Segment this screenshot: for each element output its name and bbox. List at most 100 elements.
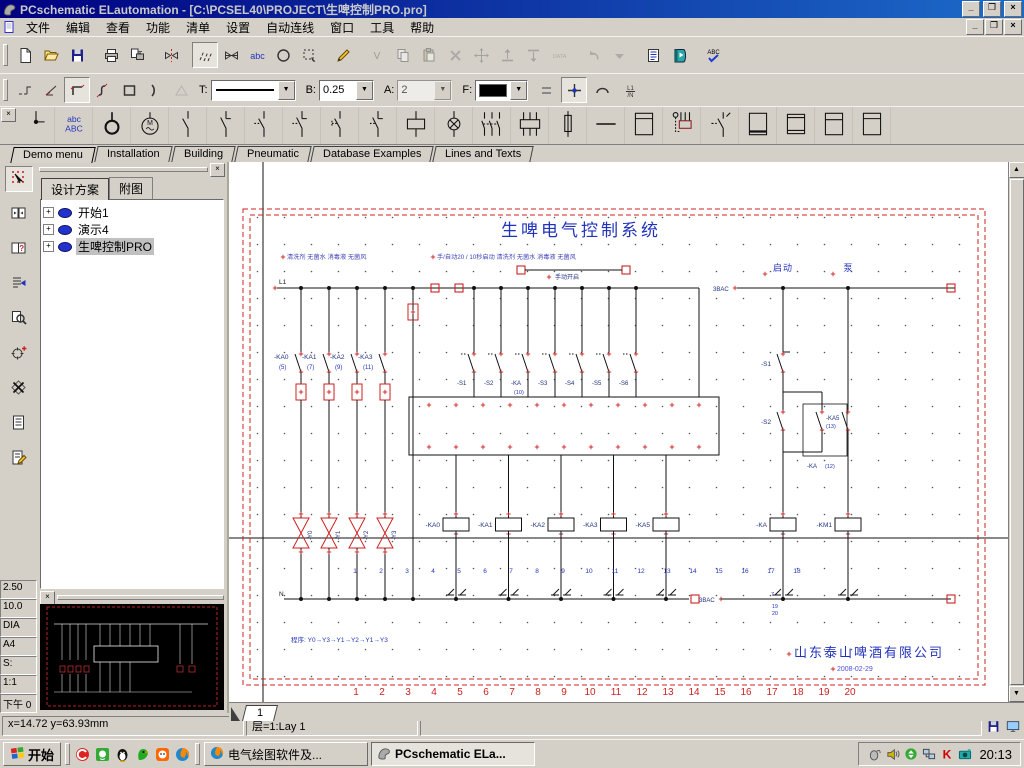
rect-tool-button[interactable] [116, 77, 142, 103]
media-icon[interactable] [94, 746, 111, 763]
expand-icon[interactable]: + [43, 224, 54, 235]
earth-symbol-button[interactable] [93, 107, 131, 144]
grid-pointer-button[interactable] [4, 166, 33, 192]
task-button-1[interactable]: PCschematic ELa... [371, 742, 536, 766]
menu-9[interactable]: 帮助 [402, 17, 442, 38]
box-a-button[interactable] [739, 107, 777, 144]
pickmenu-tab-pneumatic[interactable]: Pneumatic [233, 146, 312, 162]
kaspersky-icon[interactable]: K [939, 747, 954, 762]
start-button[interactable]: 开始 [3, 742, 62, 766]
menu-6[interactable]: 自动连线 [258, 17, 322, 38]
contact-no-button[interactable] [169, 107, 207, 144]
box-b-button[interactable] [777, 107, 815, 144]
angle-combo[interactable]: 2 ▼ [397, 79, 453, 101]
spell-check-button[interactable]: ABC [700, 42, 726, 68]
child-minimize-button[interactable]: _ [966, 19, 984, 35]
pushbutton-no-button[interactable] [321, 107, 359, 144]
schematic-canvas[interactable]: 生啤电气控制系统清洗剂 无菌水 消毒液 无菌风 手/自动20 / 10秒启动 清洗… [229, 162, 1011, 702]
toolbar-grip[interactable] [3, 44, 8, 66]
box-c-button[interactable] [815, 107, 853, 144]
chevron-down-icon[interactable]: ▼ [277, 80, 295, 100]
menu-1[interactable]: 编辑 [58, 17, 98, 38]
menu-4[interactable]: 清单 [178, 17, 218, 38]
object-lister-button[interactable] [640, 42, 666, 68]
tab-design-projects[interactable]: 设计方案 [41, 178, 110, 200]
line-type-combo[interactable]: ▼ [210, 79, 296, 101]
motor-symbol-button[interactable]: M [131, 107, 169, 144]
print-button[interactable] [98, 42, 124, 68]
three-contacts-button[interactable] [473, 107, 511, 144]
restore-button[interactable]: ❐ [983, 1, 1001, 17]
text-symbol-button[interactable]: abc ABC [55, 107, 93, 144]
area-mode-button[interactable] [296, 42, 322, 68]
menu-2[interactable]: 查看 [98, 17, 138, 38]
limit-no-button[interactable] [245, 107, 283, 144]
database-book-button[interactable] [666, 42, 692, 68]
combo-switch-button[interactable] [701, 107, 739, 144]
zoom-preview-button[interactable] [5, 306, 33, 332]
close-icon[interactable]: × [1, 108, 16, 122]
chevron-down-icon[interactable]: ▼ [434, 80, 452, 100]
three-pole-device-button[interactable] [511, 107, 549, 144]
wire-hop-button[interactable] [589, 77, 615, 103]
edit-doc-button[interactable] [5, 446, 33, 472]
pickmenu-tab-building[interactable]: Building [170, 146, 236, 162]
polyline-tool-button[interactable] [12, 77, 38, 103]
hide-object-button[interactable] [5, 376, 33, 402]
open-project-button[interactable] [38, 42, 64, 68]
junction-mode-button[interactable] [561, 77, 588, 103]
menu-8[interactable]: 工具 [362, 17, 402, 38]
preview-thumbnail[interactable] [40, 604, 224, 710]
tree-item-生啤控制PRO[interactable]: + 生啤控制PRO [43, 238, 221, 255]
expand-icon[interactable]: + [43, 207, 54, 218]
arc-tool-button[interactable] [142, 77, 168, 103]
chevron-down-icon[interactable]: ▼ [355, 80, 373, 100]
line-width-combo[interactable]: 0.25 ▼ [318, 79, 374, 101]
task-button-0[interactable]: 电气绘图软件及... [204, 742, 369, 766]
pencil-mode-button[interactable] [330, 42, 356, 68]
angle-line-tool-button[interactable] [38, 77, 64, 103]
page-tab-1[interactable]: 1 [242, 705, 279, 721]
tab-attachments[interactable]: 附图 [109, 177, 154, 199]
menu-0[interactable]: 文件 [18, 17, 58, 38]
panel-grip[interactable] [39, 167, 208, 172]
pickmenu-tab-lines-and-texts[interactable]: Lines and Texts [432, 146, 535, 162]
menu-3[interactable]: 功能 [138, 17, 178, 38]
drawing-area[interactable]: 生啤电气控制系统 清洗剂 无菌水 消毒液 无菌风 手/自动20 / 10秒启动 清洗… [229, 162, 1024, 721]
scrollbar-thumb[interactable] [1009, 179, 1024, 685]
coil-symbol-button[interactable] [397, 107, 435, 144]
line-symbol-button[interactable] [587, 107, 625, 144]
contact-nc-button[interactable] [207, 107, 245, 144]
expand-icon[interactable]: + [43, 241, 54, 252]
lamp-symbol-button[interactable] [435, 107, 473, 144]
chevron-down-icon[interactable]: ▼ [510, 80, 528, 100]
pickmenu-tab-installation[interactable]: Installation [94, 146, 173, 162]
limit-nc-button[interactable] [283, 107, 321, 144]
pickmenu-tab-database-examples[interactable]: Database Examples [309, 146, 434, 162]
vertical-scrollbar[interactable]: ▲ ▼ [1008, 162, 1024, 702]
page-browser-button[interactable] [5, 201, 33, 227]
menu-5[interactable]: 设置 [218, 17, 258, 38]
circle-mode-button[interactable] [270, 42, 296, 68]
curve-tool-button[interactable] [90, 77, 116, 103]
menu-7[interactable]: 窗口 [322, 17, 362, 38]
wangwang-icon[interactable] [154, 746, 171, 763]
firefox-icon[interactable] [174, 746, 191, 763]
qq-icon[interactable] [114, 746, 131, 763]
close-button[interactable]: × [1004, 1, 1022, 17]
symbol-find-button[interactable] [158, 42, 184, 68]
child-close-button[interactable]: × [1004, 19, 1022, 35]
maxthon-icon[interactable] [74, 746, 91, 763]
mouse-tray-icon[interactable] [867, 747, 882, 762]
fuse-symbol-button[interactable] [549, 107, 587, 144]
goto-list-button[interactable] [5, 271, 33, 297]
box-d-button[interactable] [853, 107, 891, 144]
update-tray-icon[interactable] [903, 747, 918, 762]
symbols-mode-button[interactable] [218, 42, 244, 68]
object-doc-button[interactable] [5, 411, 33, 437]
pickmenu-tab-demo-menu[interactable]: Demo menu [10, 147, 96, 163]
new-document-button[interactable] [12, 42, 38, 68]
scroll-down-icon[interactable]: ▼ [1008, 686, 1024, 702]
print-pages-button[interactable] [124, 42, 150, 68]
save-button[interactable] [64, 42, 90, 68]
